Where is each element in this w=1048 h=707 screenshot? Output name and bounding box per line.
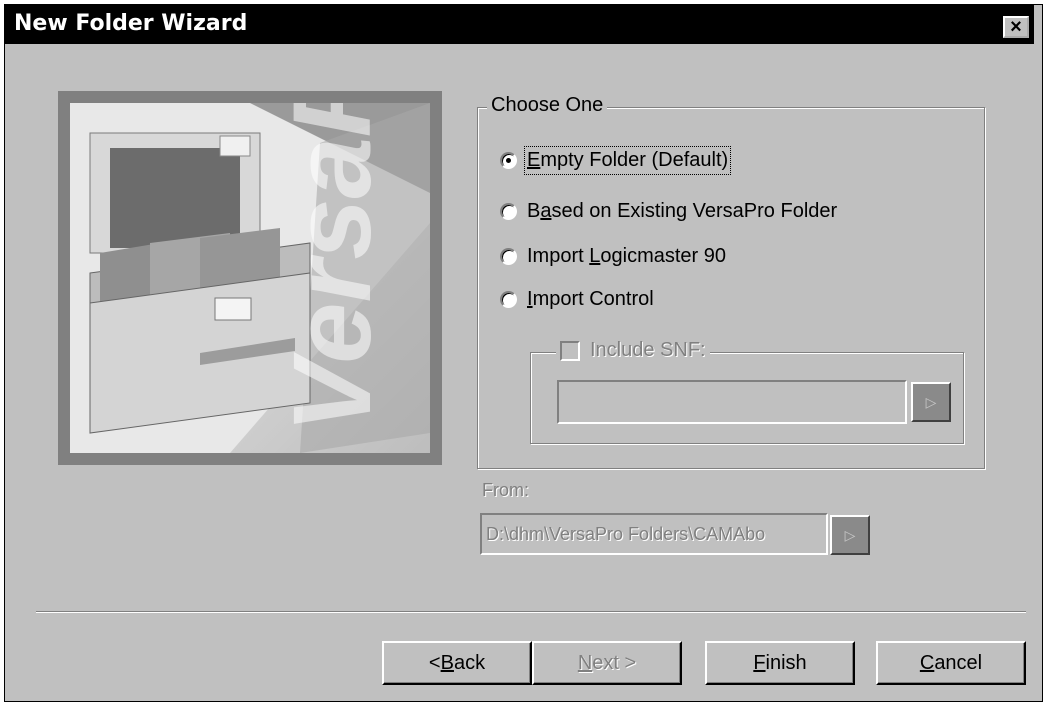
cancel-button[interactable]: Cancel (876, 641, 1026, 685)
radio-label: Based on Existing VersaPro Folder (527, 199, 838, 222)
wizard-artwork: VersaPro (58, 91, 442, 465)
finish-button[interactable]: Finish (705, 641, 855, 685)
radio-empty-folder[interactable]: Empty Folder (Default) (500, 145, 732, 175)
from-browse-button[interactable]: ▷ (830, 515, 870, 555)
choose-one-legend: Choose One (487, 94, 608, 117)
include-snf-checkbox[interactable] (560, 340, 580, 361)
include-snf-checkbox-row[interactable]: Include SNF: (556, 339, 710, 362)
radio-button[interactable] (500, 202, 517, 220)
from-label: From: (482, 480, 529, 500)
include-snf-label: Include SNF: (590, 339, 706, 361)
window-title: New Folder Wizard (14, 11, 248, 36)
radio-button[interactable] (500, 151, 517, 169)
radio-label: Import Logicmaster 90 (527, 244, 726, 267)
snf-browse-button[interactable]: ▷ (911, 382, 951, 422)
title-bar[interactable]: New Folder Wizard × (4, 4, 1034, 44)
radio-button[interactable] (500, 247, 517, 265)
snf-path-field[interactable] (557, 380, 907, 424)
radio-label: Empty Folder (Default) (523, 145, 732, 175)
close-icon: × (1010, 16, 1022, 38)
from-path-field[interactable]: D:\dhm\VersaPro Folders\CAMAbo (480, 513, 828, 555)
versapro-logo-text: VersaPro (271, 103, 394, 433)
radio-label: Import Control (527, 287, 654, 310)
next-button[interactable]: Next > (532, 641, 682, 685)
close-button[interactable]: × (1003, 16, 1029, 38)
radio-import-logicmaster[interactable]: Import Logicmaster 90 (500, 241, 726, 271)
radio-button[interactable] (500, 290, 517, 308)
separator-line (36, 611, 1026, 613)
folder-illustration: VersaPro (70, 103, 430, 453)
arrow-icon: ▷ (925, 393, 937, 410)
radio-based-on-existing[interactable]: Based on Existing VersaPro Folder (500, 196, 837, 226)
radio-import-control[interactable]: Import Control (500, 284, 654, 314)
arrow-icon: ▷ (844, 526, 856, 543)
back-button[interactable]: < Back (382, 641, 532, 685)
